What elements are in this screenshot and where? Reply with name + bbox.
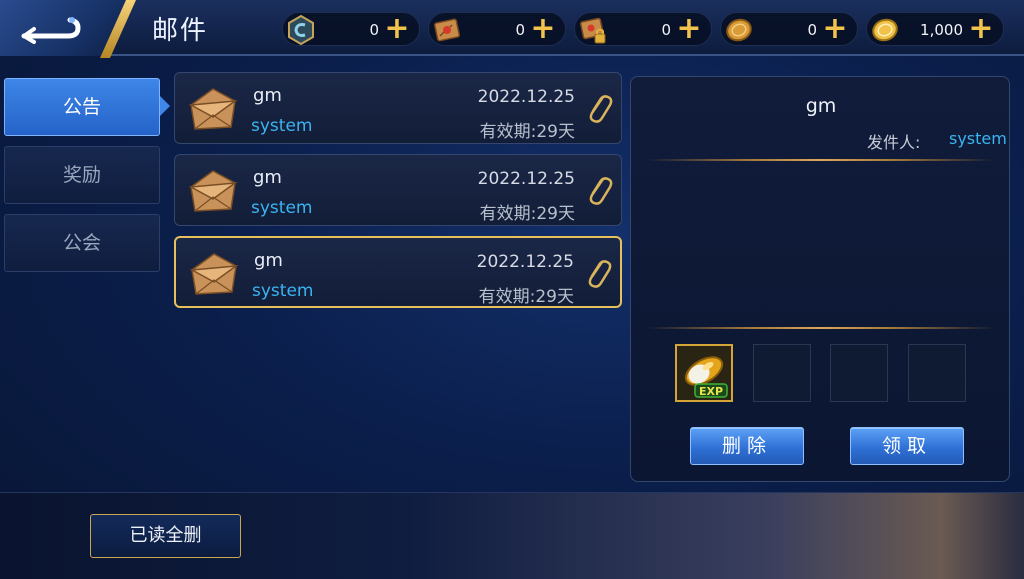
treasure-map-icon (433, 18, 461, 42)
envelope-icon (189, 253, 239, 295)
tab-guild[interactable]: 公会 (4, 214, 160, 272)
currency-copper-coin: 0 + (720, 12, 858, 46)
active-tab-pointer (160, 96, 170, 116)
divider-top (647, 159, 995, 161)
mail-sender: gm (254, 250, 283, 271)
currency-value: 1,000 (920, 21, 963, 39)
mail-date: 2022.12.25 (476, 252, 574, 272)
top-bar: 邮件 0 + 0 + 0 + 0 + 1,000 + (0, 0, 1024, 58)
mail-date: 2022.12.25 (477, 169, 575, 189)
delete-button[interactable]: 删除 (690, 427, 804, 465)
divider-bottom (647, 327, 995, 329)
detail-sender-label: 发件人: (867, 133, 921, 152)
mail-sender: gm (253, 167, 282, 188)
currency-value: 0 (807, 21, 817, 39)
attachment-clip-icon (589, 177, 613, 205)
detail-sender: system (949, 129, 1007, 148)
mail-sender: gm (253, 85, 282, 106)
currency-gold-coin: 1,000 + (866, 12, 1004, 46)
add-currency-button[interactable]: + (965, 14, 997, 46)
back-button[interactable] (16, 12, 86, 48)
mail-screen: 邮件 0 + 0 + 0 + 0 + 1,000 + 公告 奖励 公会 gm s… (0, 0, 1024, 579)
currency-locked-map: 0 + (574, 12, 712, 46)
attachment-clip-icon (589, 95, 613, 123)
copper-coin-icon (726, 18, 752, 42)
attachment-slot-empty (830, 344, 888, 402)
attachment-slot-empty (908, 344, 966, 402)
mail-expiry: 有效期:29天 (479, 122, 575, 142)
tab-announcement[interactable]: 公告 (4, 78, 160, 136)
claim-button[interactable]: 领取 (850, 427, 964, 465)
currency-treasure-map: 0 + (428, 12, 566, 46)
exp-potion-icon: EXP (677, 346, 731, 400)
mail-from: system (251, 198, 313, 218)
locked-map-icon (579, 17, 606, 44)
attachment-clip-icon (588, 260, 612, 288)
tab-rewards[interactable]: 奖励 (4, 146, 160, 204)
mail-from: system (251, 116, 313, 136)
add-currency-button[interactable]: + (673, 14, 705, 46)
mail-expiry: 有效期:29天 (479, 204, 575, 224)
currency-value: 0 (515, 21, 525, 39)
attachment-slot-exp[interactable]: EXP (675, 344, 733, 402)
delete-all-read-button[interactable]: 已读全删 (90, 514, 241, 558)
mail-item[interactable]: gm system 2022.12.25 有效期:29天 (174, 72, 622, 144)
detail-title: gm (805, 95, 837, 117)
mail-item-selected[interactable]: gm system 2022.12.25 有效期:29天 (174, 236, 622, 308)
add-currency-button[interactable]: + (527, 14, 559, 46)
envelope-icon (188, 170, 238, 212)
add-currency-button[interactable]: + (381, 14, 413, 46)
mail-date: 2022.12.25 (477, 87, 575, 107)
mail-from: system (252, 281, 314, 301)
currency-hexagon-token: 0 + (282, 12, 420, 46)
add-currency-button[interactable]: + (819, 14, 851, 46)
currency-value: 0 (369, 21, 379, 39)
back-arrow-icon (21, 17, 81, 44)
mail-item[interactable]: gm system 2022.12.25 有效期:29天 (174, 154, 622, 226)
gold-coin-icon (872, 18, 898, 42)
envelope-icon (188, 88, 238, 130)
currency-value: 0 (661, 21, 671, 39)
mail-detail-panel: gm 发件人: system EXP 删除 领取 (630, 76, 1010, 482)
mail-expiry: 有效期:29天 (478, 287, 574, 307)
attachment-slot-empty (753, 344, 811, 402)
page-title: 邮件 (152, 16, 209, 46)
hexagon-token-icon (288, 14, 314, 46)
exp-badge-text: EXP (699, 385, 723, 398)
